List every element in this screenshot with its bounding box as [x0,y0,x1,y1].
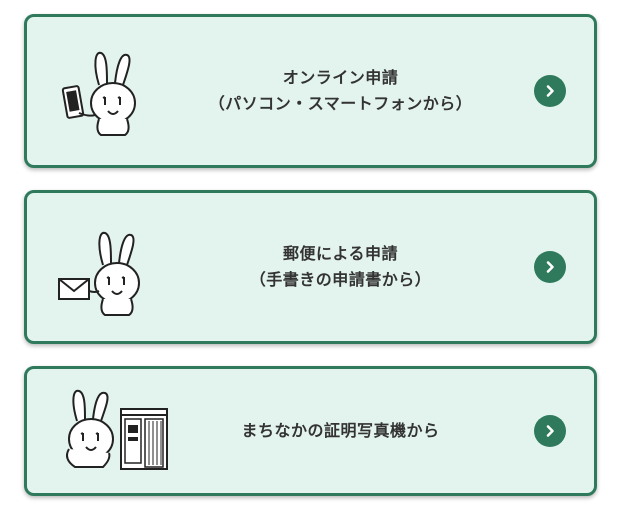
mail-application-subtitle: （手書きの申請書から） [249,270,432,289]
rabbit-envelope-illustration [58,231,140,316]
mail-application-button[interactable]: 郵便による申請 （手書きの申請書から） [24,190,597,344]
mail-application-label: 郵便による申請 （手書きの申請書から） [157,193,524,341]
photo-booth-application-title: まちなかの証明写真機から [241,421,440,440]
chevron-right-icon[interactable] [534,75,566,107]
online-application-label: オンライン申請 （パソコン・スマートフォンから） [157,17,524,165]
photo-booth-application-button[interactable]: まちなかの証明写真機から [24,366,597,496]
mail-application-title: 郵便による申請 [282,244,399,263]
online-application-subtitle: （パソコン・スマートフォンから） [208,94,473,113]
chevron-right-icon[interactable] [534,415,566,447]
chevron-right-icon[interactable] [534,251,566,283]
photo-booth-application-label: まちなかの証明写真機から [157,369,524,493]
rabbit-smartphone-illustration [61,51,136,136]
online-application-title: オンライン申請 [282,68,399,87]
application-method-list: オンライン申請 （パソコン・スマートフォンから） 郵便による申請 （手書きの申請… [0,0,618,505]
online-application-button[interactable]: オンライン申請 （パソコン・スマートフォンから） [24,14,597,168]
